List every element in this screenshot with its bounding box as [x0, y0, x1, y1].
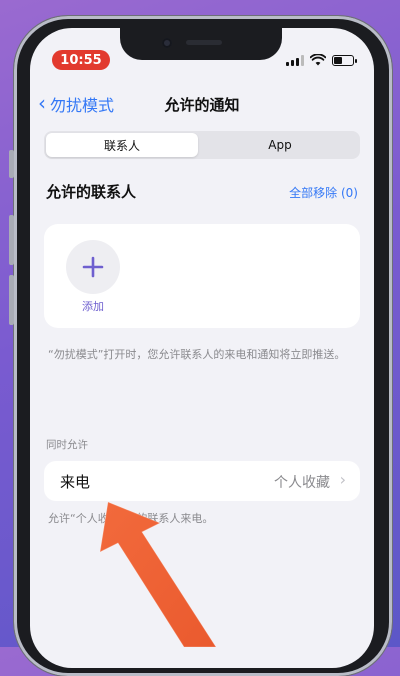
add-contact-label: 添加	[82, 300, 104, 313]
contacts-footnote: “勿扰模式”打开时，您允许联系人的来电和通知将立即推送。	[48, 348, 346, 361]
camera	[162, 38, 172, 48]
side-button-lower	[9, 215, 14, 265]
add-contact-button[interactable]	[66, 240, 120, 294]
calls-value: 个人收藏	[274, 475, 330, 491]
chevron-left-icon: ‹	[38, 91, 46, 115]
segmented-control: 联系人 App	[44, 131, 360, 159]
battery-icon	[332, 54, 357, 66]
navigation-bar: ‹ 勿扰模式 允许的通知	[30, 90, 374, 118]
calls-footnote: 允许“个人收藏”中的联系人来电。	[48, 512, 214, 525]
remove-all-button[interactable]: 全部移除 (0)	[289, 184, 358, 201]
chevron-right-icon: ›	[339, 470, 346, 489]
battery-fill	[334, 56, 342, 64]
screen: 10:55 ‹ 勿扰模式 允许的通知 联系人 App 允许的联系人 全部移除 (…	[30, 28, 374, 668]
calls-row[interactable]: 来电 个人收藏 ›	[44, 461, 360, 501]
side-button-upper	[9, 150, 14, 178]
tab-app[interactable]: App	[202, 133, 358, 157]
status-time: 10:55	[52, 50, 110, 70]
wifi-icon	[310, 54, 326, 66]
plus-icon	[82, 256, 104, 278]
back-button[interactable]: ‹ 勿扰模式	[38, 92, 114, 116]
tab-contacts[interactable]: 联系人	[46, 133, 198, 157]
back-label: 勿扰模式	[50, 96, 115, 115]
calls-label: 来电	[60, 473, 91, 491]
allowed-contacts-title: 允许的联系人	[46, 183, 137, 201]
speaker	[186, 40, 222, 45]
contacts-card: 添加	[44, 224, 360, 328]
notch	[120, 28, 282, 60]
status-icons	[286, 54, 357, 66]
side-button-lower2	[9, 275, 14, 325]
also-allow-label: 同时允许	[46, 439, 88, 451]
cellular-signal-icon	[286, 54, 304, 66]
